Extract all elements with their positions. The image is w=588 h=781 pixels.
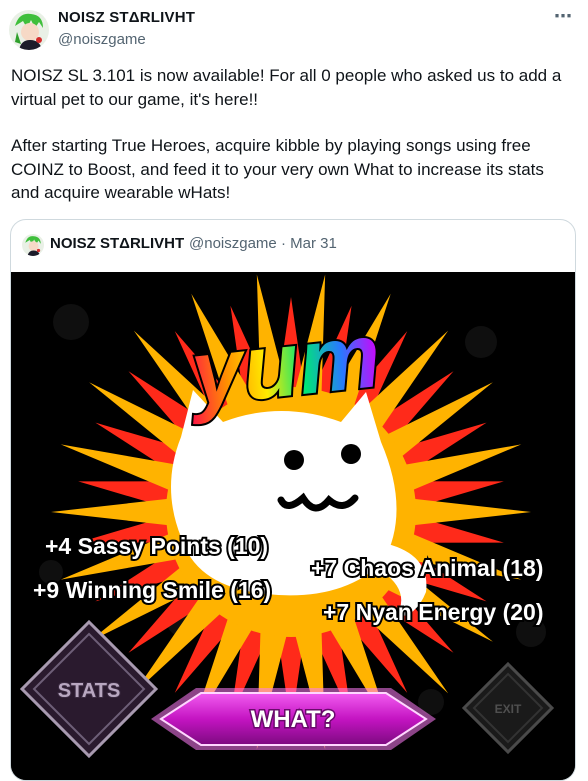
what-button-label: WHAT? (251, 706, 336, 733)
quoted-date[interactable]: Mar 31 (290, 235, 337, 252)
quoted-author-avatar (22, 234, 44, 256)
game-screenshot[interactable]: yum +4 Sassy Points (10) +9 Winning Smil… (11, 272, 575, 780)
more-options-icon[interactable]: ⋯ (554, 6, 573, 27)
stat-nyan-energy: +7 Nyan Energy (20) (323, 599, 544, 625)
stat-winning-smile: +9 Winning Smile (16) (33, 577, 271, 603)
author-name[interactable]: NOISZ STΔRLIVHT (58, 9, 195, 26)
what-button[interactable]: WHAT? (151, 688, 436, 750)
exit-button-label: EXIT (495, 702, 522, 716)
tweet-paragraph: After starting True Heroes, acquire kibb… (11, 136, 544, 202)
stat-sassy-points: +4 Sassy Points (10) (45, 533, 268, 559)
quoted-author-handle[interactable]: @noiszgame (189, 235, 277, 252)
quoted-meta: @noiszgame · Mar 31 (189, 235, 337, 252)
meta-separator: · (280, 235, 286, 252)
author-avatar[interactable] (9, 10, 49, 50)
stats-button-label: STATS (58, 680, 121, 702)
tweet-paragraph: NOISZ SL 3.101 is now available! For all… (11, 66, 562, 109)
yum-text: yum (182, 304, 385, 426)
tweet-text: NOISZ SL 3.101 is now available! For all… (11, 64, 571, 205)
author-handle[interactable]: @noiszgame (58, 31, 146, 48)
quoted-author-name[interactable]: NOISZ STΔRLIVHT (50, 235, 184, 252)
quoted-tweet-card[interactable]: NOISZ STΔRLIVHT @noiszgame · Mar 31 yum … (10, 219, 576, 781)
stat-chaos-animal: +7 Chaos Animal (18) (311, 555, 543, 581)
